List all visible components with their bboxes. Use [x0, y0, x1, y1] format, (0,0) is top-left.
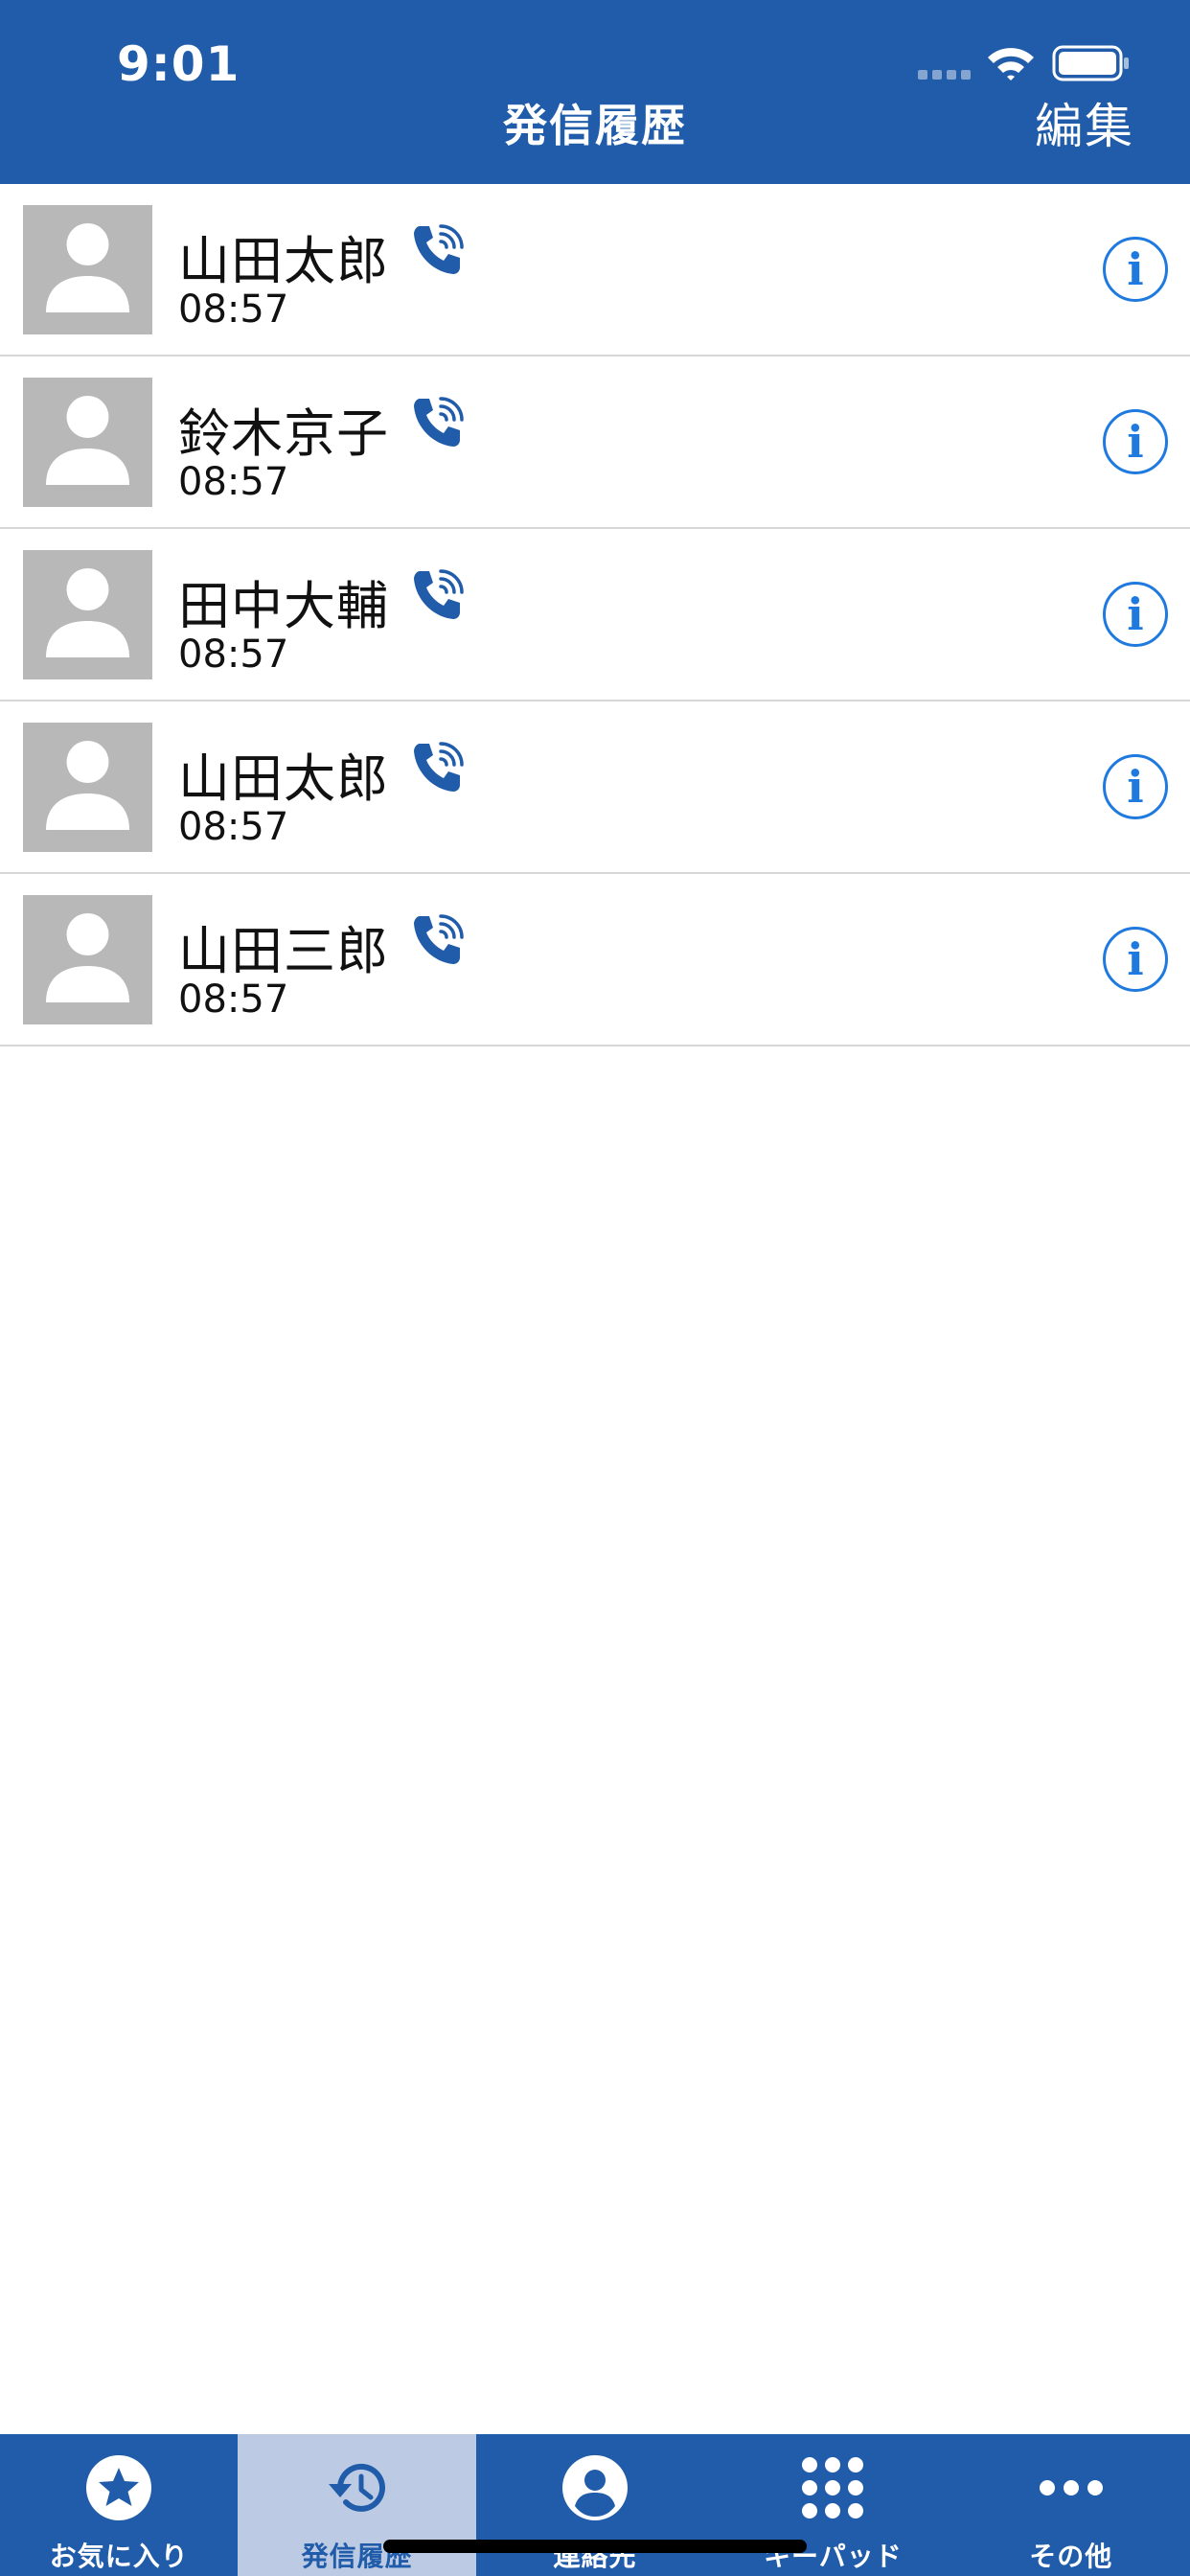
info-icon: i — [1127, 243, 1144, 295]
outgoing-call-icon — [414, 569, 464, 619]
star-icon — [86, 2455, 152, 2520]
tab-more[interactable]: その他 — [952, 2434, 1190, 2576]
contact-icon — [561, 2455, 628, 2520]
home-indicator — [383, 2540, 807, 2553]
avatar-placeholder-icon — [23, 205, 152, 334]
call-row[interactable]: 鈴木京子 08:57 i — [0, 356, 1190, 529]
info-icon: i — [1127, 416, 1144, 468]
more-icon — [1039, 2480, 1103, 2496]
tab-contact[interactable]: 連絡先 — [476, 2434, 714, 2576]
edit-button[interactable]: 編集 — [1035, 88, 1134, 157]
info-button[interactable]: i — [1103, 927, 1168, 992]
navigation-header: 9:01 発信履歴 編集 — [0, 0, 1190, 184]
signal-strength-icon — [918, 70, 971, 80]
info-icon: i — [1127, 761, 1144, 813]
wifi-icon — [988, 48, 1034, 80]
contact-name: 山田太郎 — [178, 748, 389, 809]
tab-label: お気に入り — [49, 2541, 189, 2572]
call-time: 08:57 — [178, 805, 289, 849]
call-time: 08:57 — [178, 632, 289, 677]
contact-name: 山田三郎 — [178, 921, 389, 981]
tab-star[interactable]: お気に入り — [0, 2434, 238, 2576]
contact-name: 田中大輔 — [178, 576, 389, 636]
info-button[interactable]: i — [1103, 237, 1168, 302]
info-icon: i — [1127, 588, 1144, 640]
app-root: 9:01 発信履歴 編集 山田太郎 08:57 i 鈴木京子 08:57 i 田… — [0, 0, 1190, 2576]
outgoing-call-icon — [414, 742, 464, 792]
call-row[interactable]: 山田太郎 08:57 i — [0, 702, 1190, 874]
page-title: 発信履歴 — [503, 100, 687, 151]
tab-history[interactable]: 発信履歴 — [238, 2434, 476, 2576]
call-row[interactable]: 山田太郎 08:57 i — [0, 184, 1190, 356]
call-time: 08:57 — [178, 288, 289, 332]
avatar-placeholder-icon — [23, 723, 152, 852]
call-history-list: 山田太郎 08:57 i 鈴木京子 08:57 i 田中大輔 08:57 i 山… — [0, 184, 1190, 1046]
avatar-placeholder-icon — [23, 550, 152, 679]
info-icon: i — [1127, 933, 1144, 985]
outgoing-call-icon — [414, 224, 464, 274]
keypad-icon — [802, 2457, 864, 2518]
contact-name: 鈴木京子 — [178, 403, 389, 464]
avatar-placeholder-icon — [23, 895, 152, 1024]
outgoing-call-icon — [414, 397, 464, 447]
info-button[interactable]: i — [1103, 582, 1168, 647]
outgoing-call-icon — [414, 914, 464, 964]
battery-icon — [1052, 45, 1129, 81]
history-icon — [328, 2463, 385, 2512]
contact-name: 山田太郎 — [178, 231, 389, 291]
call-time: 08:57 — [178, 460, 289, 504]
call-row[interactable]: 田中大輔 08:57 i — [0, 529, 1190, 702]
avatar-placeholder-icon — [23, 378, 152, 507]
call-row[interactable]: 山田三郎 08:57 i — [0, 874, 1190, 1046]
tab-label: その他 — [1029, 2541, 1113, 2572]
status-time: 9:01 — [117, 36, 240, 92]
call-time: 08:57 — [178, 978, 289, 1022]
tab-keypad[interactable]: キーパッド — [714, 2434, 951, 2576]
info-button[interactable]: i — [1103, 754, 1168, 819]
info-button[interactable]: i — [1103, 409, 1168, 474]
tab-bar: お気に入り 発信履歴 連絡先 キーパッドその他 — [0, 2434, 1190, 2576]
